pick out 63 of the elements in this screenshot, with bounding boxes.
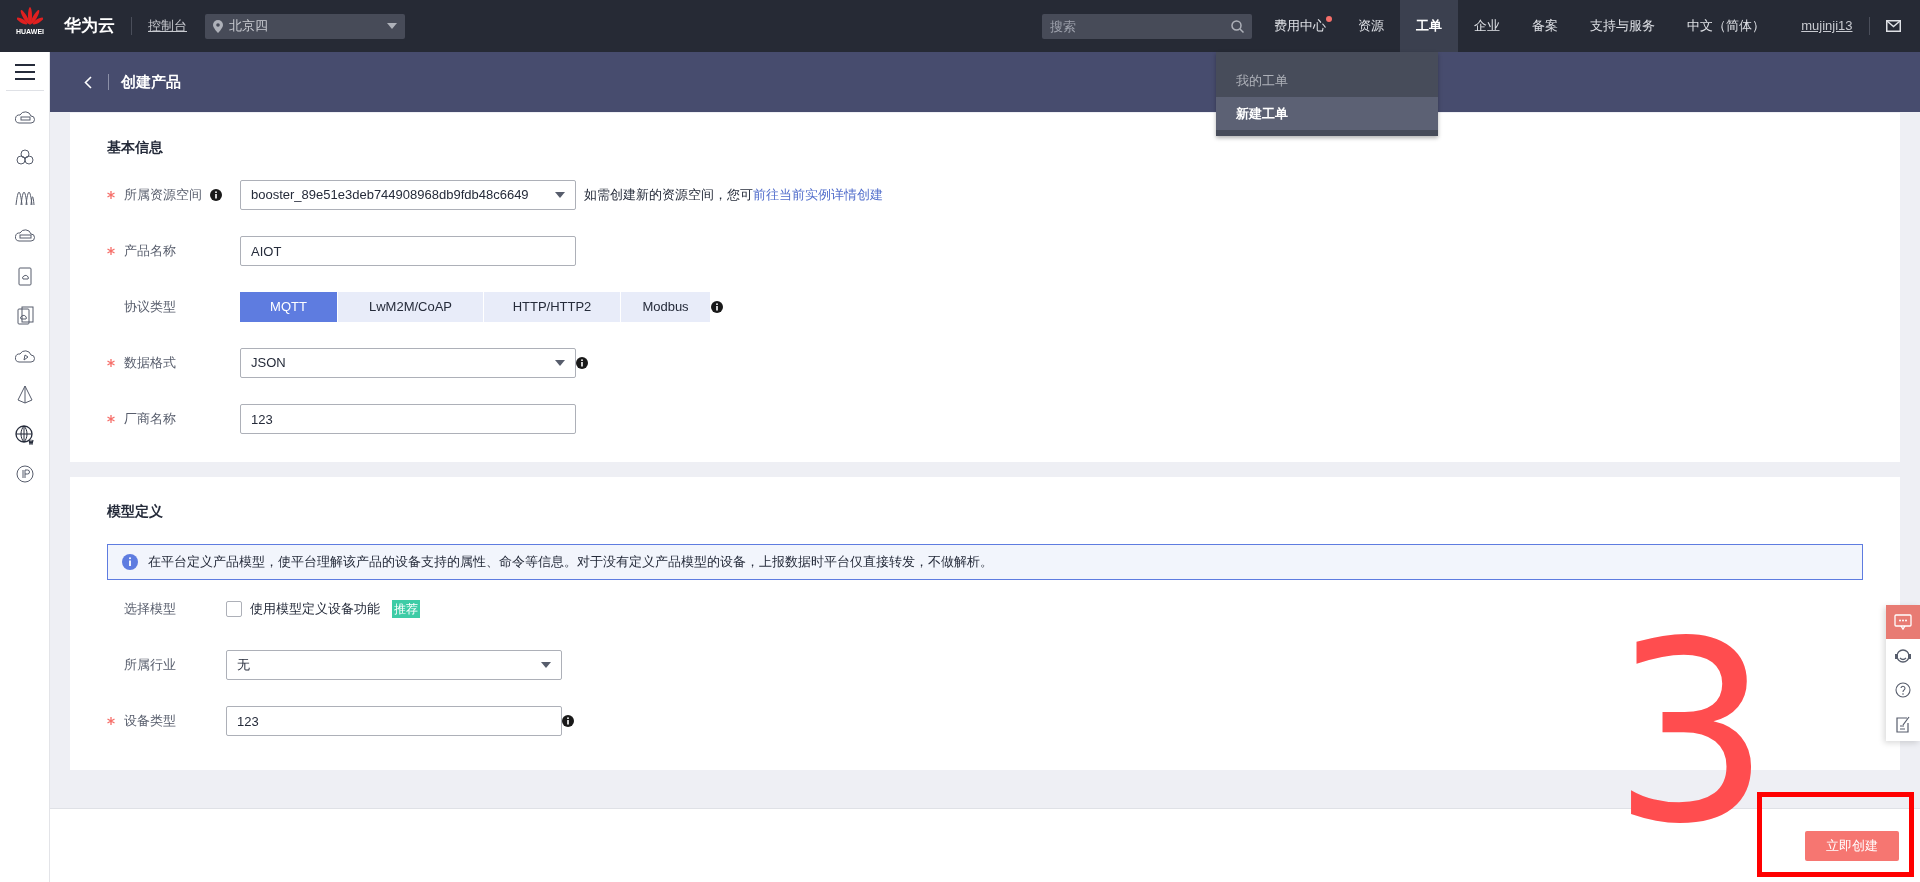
headset-icon: [1893, 646, 1913, 666]
input-field[interactable]: AIOT: [240, 236, 576, 266]
annotation-number: 3: [1612, 608, 1772, 858]
location-pin-icon: [213, 19, 223, 33]
back-button[interactable]: [84, 75, 92, 89]
info-icon: [122, 554, 138, 570]
nav-tab[interactable]: 中文（简体）: [1671, 0, 1782, 52]
page-title: 创建产品: [121, 71, 181, 92]
nav-tab[interactable]: 费用中心: [1258, 0, 1343, 52]
console-link[interactable]: 控制台: [148, 16, 187, 36]
caret-icon: [541, 662, 551, 668]
nav-tab[interactable]: 工单: [1400, 0, 1459, 52]
caret-icon: [555, 192, 565, 198]
menu-button[interactable]: [14, 64, 35, 80]
input-field[interactable]: 123: [226, 706, 562, 736]
chat-icon: [1893, 612, 1913, 632]
nav-tab[interactable]: 支持与服务: [1574, 0, 1672, 52]
search-field[interactable]: 搜索: [1041, 13, 1252, 39]
nav-tab[interactable]: 资源: [1342, 0, 1401, 52]
select-field[interactable]: 无: [226, 650, 562, 680]
search-icon: [1230, 19, 1244, 33]
menu-item[interactable]: 我的工单: [1216, 64, 1438, 97]
checkbox-label: 使用模型定义设备功能: [250, 600, 380, 619]
toolbar-button[interactable]: [1886, 707, 1920, 741]
protocol-option[interactable]: MQTT: [240, 292, 337, 322]
petal-icon: [17, 6, 43, 26]
caret-icon: [387, 23, 397, 29]
menu-item[interactable]: 新建工单: [1216, 97, 1438, 130]
menu-icon: [14, 64, 35, 80]
field-label: 所属资源空间: [124, 186, 202, 205]
nav-tab[interactable]: 企业: [1458, 0, 1517, 52]
toolbar-button[interactable]: [1886, 639, 1920, 673]
globe-icon[interactable]: [14, 424, 35, 445]
section-title: 基本信息: [107, 138, 164, 157]
recommended-tag: 推荐: [392, 600, 420, 618]
protocol-option[interactable]: HTTP/HTTP2: [484, 292, 620, 322]
caret-icon: [555, 360, 565, 366]
ip-icon[interactable]: [14, 464, 35, 485]
select-field[interactable]: JSON: [240, 348, 576, 378]
site-title: 华为云: [64, 15, 115, 38]
alert-text: 在平台定义产品模型，使平台理解该产品的设备支持的属性、命令等信息。对于没有定义产品模型的设备，上报数据时平台仅直接转发，不做解析。: [148, 553, 993, 572]
detail-link[interactable]: 前往当前实例详情创建: [753, 187, 883, 203]
mail-icon: [1885, 20, 1901, 32]
field-label: 所属行业: [124, 656, 176, 675]
field-label: 数据格式: [124, 354, 176, 373]
field-label: 选择模型: [124, 600, 176, 619]
region-select[interactable]: 北京四: [205, 13, 405, 39]
checkbox[interactable]: [226, 601, 242, 617]
section-title: 模型定义: [107, 502, 164, 521]
field-label: 协议类型: [124, 298, 176, 317]
nav-tab[interactable]: 备案: [1516, 0, 1575, 52]
user-menu[interactable]: mujinji13: [1801, 16, 1853, 36]
field-label: 设备类型: [124, 712, 176, 731]
select-field[interactable]: booster_89e51e3deb744908968db9fdb48c6649: [240, 180, 576, 210]
protocol-option[interactable]: LwM2M/CoAP: [338, 292, 483, 322]
help-icon: [1893, 680, 1913, 700]
storage-cards-icon[interactable]: [14, 306, 35, 327]
mail-button[interactable]: [1885, 20, 1901, 32]
field-label: 产品名称: [124, 242, 176, 261]
hint-text: 如需创建新的资源空间，您可前往当前实例详情创建: [584, 186, 883, 205]
field-label: 厂商名称: [124, 410, 176, 429]
input-field[interactable]: 123: [240, 404, 576, 434]
protocol-option[interactable]: Modbus: [621, 292, 710, 322]
